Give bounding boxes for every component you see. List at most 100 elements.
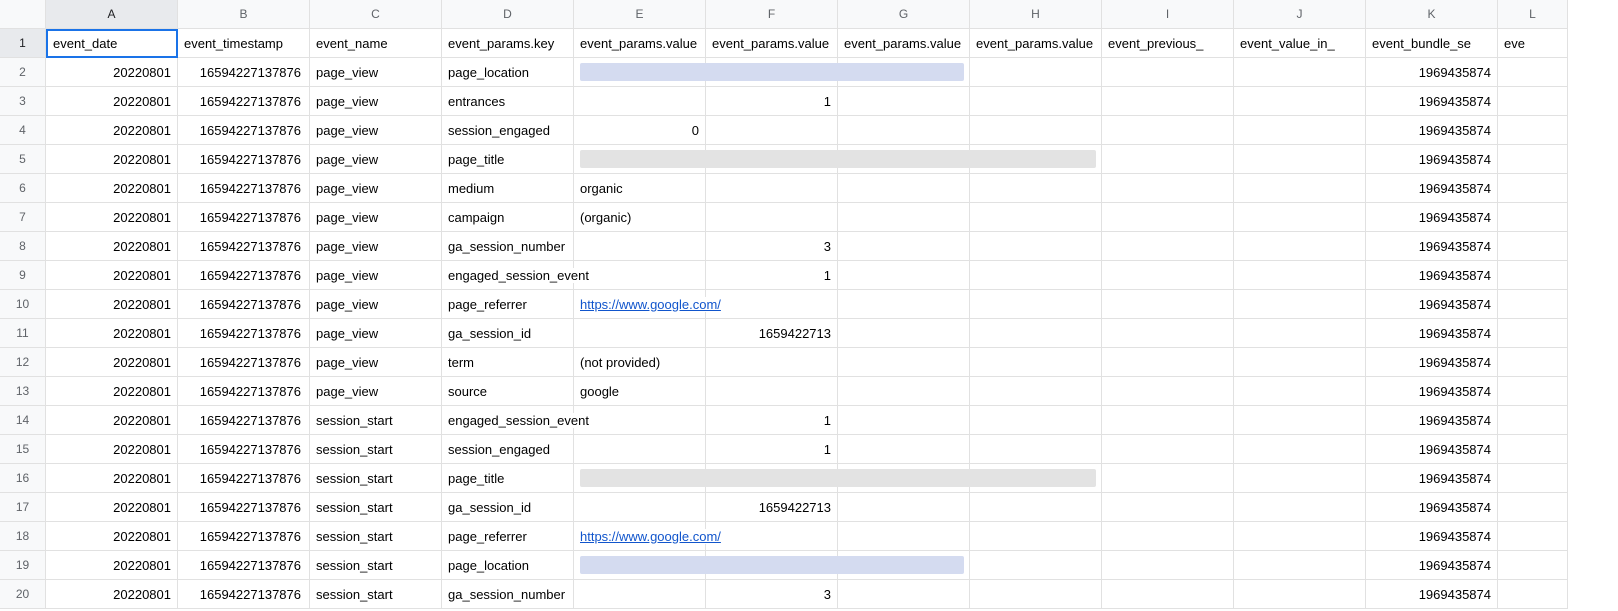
cell-K3[interactable]: 1969435874 xyxy=(1366,87,1498,116)
cell-E15[interactable] xyxy=(574,435,706,464)
cell-F9[interactable]: 1 xyxy=(706,261,838,290)
link[interactable]: https://www.google.com/ xyxy=(580,529,721,544)
column-header-D[interactable]: D xyxy=(442,0,574,29)
cell-A3[interactable]: 20220801 xyxy=(46,87,178,116)
cell-A17[interactable]: 20220801 xyxy=(46,493,178,522)
cell-I17[interactable] xyxy=(1102,493,1234,522)
row-header-2[interactable]: 2 xyxy=(0,58,46,87)
cell-G3[interactable] xyxy=(838,87,970,116)
cell-B9[interactable]: 16594227137876 xyxy=(178,261,310,290)
cell-B3[interactable]: 16594227137876 xyxy=(178,87,310,116)
cell-F8[interactable]: 3 xyxy=(706,232,838,261)
cell-B10[interactable]: 16594227137876 xyxy=(178,290,310,319)
cell-K6[interactable]: 1969435874 xyxy=(1366,174,1498,203)
cell-D2[interactable]: page_location xyxy=(442,58,574,87)
cell-F14[interactable]: 1 xyxy=(706,406,838,435)
cell-K17[interactable]: 1969435874 xyxy=(1366,493,1498,522)
cell-A6[interactable]: 20220801 xyxy=(46,174,178,203)
cell-K1[interactable]: event_bundle_se xyxy=(1366,29,1498,58)
row-header-17[interactable]: 17 xyxy=(0,493,46,522)
cell-E10[interactable]: https://www.google.com/ xyxy=(574,290,706,319)
cell-L9[interactable] xyxy=(1498,261,1568,290)
cell-C8[interactable]: page_view xyxy=(310,232,442,261)
column-header-I[interactable]: I xyxy=(1102,0,1234,29)
cell-K20[interactable]: 1969435874 xyxy=(1366,580,1498,609)
column-header-L[interactable]: L xyxy=(1498,0,1568,29)
row-header-1[interactable]: 1 xyxy=(0,29,46,58)
cell-I18[interactable] xyxy=(1102,522,1234,551)
cell-J3[interactable] xyxy=(1234,87,1366,116)
cell-B11[interactable]: 16594227137876 xyxy=(178,319,310,348)
cell-B4[interactable]: 16594227137876 xyxy=(178,116,310,145)
cell-L2[interactable] xyxy=(1498,58,1568,87)
cell-E3[interactable] xyxy=(574,87,706,116)
cell-L4[interactable] xyxy=(1498,116,1568,145)
cell-L20[interactable] xyxy=(1498,580,1568,609)
cell-A5[interactable]: 20220801 xyxy=(46,145,178,174)
cell-G8[interactable] xyxy=(838,232,970,261)
cell-D14[interactable]: engaged_session_event xyxy=(442,406,574,435)
row-header-7[interactable]: 7 xyxy=(0,203,46,232)
cell-D12[interactable]: term xyxy=(442,348,574,377)
row-header-15[interactable]: 15 xyxy=(0,435,46,464)
cell-L5[interactable] xyxy=(1498,145,1568,174)
cell-C11[interactable]: page_view xyxy=(310,319,442,348)
cell-D10[interactable]: page_referrer xyxy=(442,290,574,319)
cell-K5[interactable]: 1969435874 xyxy=(1366,145,1498,174)
cell-C19[interactable]: session_start xyxy=(310,551,442,580)
cell-L19[interactable] xyxy=(1498,551,1568,580)
cell-H11[interactable] xyxy=(970,319,1102,348)
cell-G18[interactable] xyxy=(838,522,970,551)
cell-F10[interactable] xyxy=(706,290,838,319)
cell-H14[interactable] xyxy=(970,406,1102,435)
cell-L10[interactable] xyxy=(1498,290,1568,319)
cell-D7[interactable]: campaign xyxy=(442,203,574,232)
cell-B8[interactable]: 16594227137876 xyxy=(178,232,310,261)
cell-H20[interactable] xyxy=(970,580,1102,609)
cell-F13[interactable] xyxy=(706,377,838,406)
cell-H19[interactable] xyxy=(970,551,1102,580)
cell-I15[interactable] xyxy=(1102,435,1234,464)
cell-C7[interactable]: page_view xyxy=(310,203,442,232)
row-header-19[interactable]: 19 xyxy=(0,551,46,580)
row-header-16[interactable]: 16 xyxy=(0,464,46,493)
cell-E7[interactable]: (organic) xyxy=(574,203,706,232)
cell-L16[interactable] xyxy=(1498,464,1568,493)
cell-K15[interactable]: 1969435874 xyxy=(1366,435,1498,464)
cell-C10[interactable]: page_view xyxy=(310,290,442,319)
cell-G1[interactable]: event_params.value xyxy=(838,29,970,58)
cell-I4[interactable] xyxy=(1102,116,1234,145)
cell-L11[interactable] xyxy=(1498,319,1568,348)
cell-C17[interactable]: session_start xyxy=(310,493,442,522)
cell-L6[interactable] xyxy=(1498,174,1568,203)
cell-I3[interactable] xyxy=(1102,87,1234,116)
cell-L7[interactable] xyxy=(1498,203,1568,232)
row-header-4[interactable]: 4 xyxy=(0,116,46,145)
cell-J17[interactable] xyxy=(1234,493,1366,522)
cell-F3[interactable]: 1 xyxy=(706,87,838,116)
cell-I2[interactable] xyxy=(1102,58,1234,87)
cell-A19[interactable]: 20220801 xyxy=(46,551,178,580)
cell-B18[interactable]: 16594227137876 xyxy=(178,522,310,551)
cell-A10[interactable]: 20220801 xyxy=(46,290,178,319)
cell-B7[interactable]: 16594227137876 xyxy=(178,203,310,232)
cell-H3[interactable] xyxy=(970,87,1102,116)
cell-E6[interactable]: organic xyxy=(574,174,706,203)
cell-J5[interactable] xyxy=(1234,145,1366,174)
cell-F4[interactable] xyxy=(706,116,838,145)
link[interactable]: https://www.google.com/ xyxy=(580,297,721,312)
cell-F1[interactable]: event_params.value xyxy=(706,29,838,58)
cell-F12[interactable] xyxy=(706,348,838,377)
cell-F15[interactable]: 1 xyxy=(706,435,838,464)
cell-H18[interactable] xyxy=(970,522,1102,551)
cell-A18[interactable]: 20220801 xyxy=(46,522,178,551)
cell-H4[interactable] xyxy=(970,116,1102,145)
cell-C14[interactable]: session_start xyxy=(310,406,442,435)
cell-K11[interactable]: 1969435874 xyxy=(1366,319,1498,348)
cell-C13[interactable]: page_view xyxy=(310,377,442,406)
cell-F7[interactable] xyxy=(706,203,838,232)
cell-I7[interactable] xyxy=(1102,203,1234,232)
cell-J11[interactable] xyxy=(1234,319,1366,348)
cell-A8[interactable]: 20220801 xyxy=(46,232,178,261)
cell-C18[interactable]: session_start xyxy=(310,522,442,551)
